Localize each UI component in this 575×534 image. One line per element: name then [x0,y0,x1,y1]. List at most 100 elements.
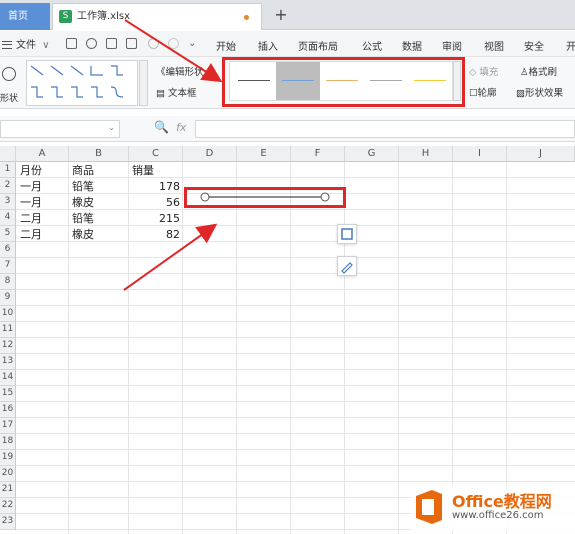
save-icon[interactable] [66,38,77,49]
tab-insert[interactable]: 插入 [258,38,278,53]
row-header[interactable]: 1 [0,162,16,178]
print-icon[interactable] [106,38,117,49]
column-header-g[interactable]: G [345,146,399,162]
row-header[interactable]: 11 [0,322,16,338]
row-gridline [16,369,575,370]
row-header[interactable]: 20 [0,466,16,482]
redo-icon[interactable] [168,38,179,49]
row-header[interactable]: 4 [0,210,16,226]
row-gridline [16,337,575,338]
row-header[interactable]: 3 [0,194,16,210]
row-header[interactable]: 5 [0,226,16,242]
tab-security[interactable]: 安全 [524,38,544,53]
column-header-c[interactable]: C [129,146,183,162]
column-header-j[interactable]: J [507,146,575,162]
row-header[interactable]: 18 [0,434,16,450]
cell-a1[interactable]: 月份 [20,163,42,178]
file-menu-label: 文件 [16,40,36,51]
cell-b3[interactable]: 橡皮 [72,195,94,210]
edit-shape-button[interactable]: 《编辑形状 [156,64,204,78]
gallery-scroll[interactable] [139,60,148,106]
row-header[interactable]: 17 [0,418,16,434]
row-header[interactable]: 8 [0,274,16,290]
format-painter-button[interactable]: ♙格式刷 [520,64,557,78]
tab-home[interactable]: 首页 [0,3,50,30]
row-gridline [16,289,575,290]
zoom-icon[interactable]: 🔍 [154,120,169,136]
row-header[interactable]: 2 [0,178,16,194]
row-gridline [16,321,575,322]
row-header[interactable]: 22 [0,498,16,514]
tab-workbook[interactable]: S 工作簿.xlsx [52,3,262,30]
customize-icon[interactable]: ⌄ [188,38,196,49]
cell-b5[interactable]: 橡皮 [72,227,94,242]
row-header[interactable]: 7 [0,258,16,274]
undo-history-icon[interactable] [86,38,97,49]
tab-workbook-label: 工作簿.xlsx [77,11,131,22]
tab-formulas[interactable]: 公式 [362,38,382,53]
cell-a2[interactable]: 一月 [20,179,42,194]
chevron-down-icon: ⌄ [108,123,115,132]
row-header[interactable]: 23 [0,514,16,530]
text-box-button[interactable]: ▤ 文本框 [156,85,197,99]
cell-c4[interactable]: 215 [129,211,180,226]
tab-start[interactable]: 开始 [216,38,236,53]
cell-c2[interactable]: 178 [129,179,180,194]
column-header-d[interactable]: D [183,146,237,162]
shape-effect-label: 形状效果 [524,88,563,99]
cell-c1[interactable]: 销量 [132,163,154,178]
watermark: Office教程网 www.office26.com [410,485,575,531]
row-header[interactable]: 9 [0,290,16,306]
cell-c3[interactable]: 56 [129,195,180,210]
row-gridline [16,177,575,178]
undo-icon[interactable] [148,38,159,49]
column-header-f[interactable]: F [291,146,345,162]
outline-label: 轮廓 [477,88,497,99]
cell-a3[interactable]: 一月 [20,195,42,210]
fill-button[interactable]: ◇ 填充 [469,64,498,78]
row-gridline [16,385,575,386]
cell-b1[interactable]: 商品 [72,163,94,178]
select-all-corner[interactable] [0,146,16,162]
row-gridline [16,353,575,354]
column-header-e[interactable]: E [237,146,291,162]
tab-data[interactable]: 数据 [402,38,422,53]
row-header[interactable]: 19 [0,450,16,466]
row-header[interactable]: 13 [0,354,16,370]
column-header-i[interactable]: I [453,146,507,162]
column-header-b[interactable]: B [69,146,129,162]
print-preview-icon[interactable] [126,38,137,49]
name-box[interactable]: ⌄ [0,120,120,138]
row-header[interactable]: 21 [0,482,16,498]
row-header[interactable]: 14 [0,370,16,386]
highlight-style-gallery [222,57,465,107]
row-header[interactable]: 12 [0,338,16,354]
cell-c5[interactable]: 82 [129,227,180,242]
row-gridline [16,225,575,226]
shape-button[interactable]: 形状 [0,61,22,105]
cell-b4[interactable]: 铅笔 [72,211,94,226]
fx-icon[interactable]: fx [176,121,186,134]
tab-review[interactable]: 审阅 [442,38,462,53]
row-header[interactable]: 10 [0,306,16,322]
shape-effect-button[interactable]: ▨形状效果 [516,85,563,99]
column-header-a[interactable]: A [16,146,69,162]
line-shape-gallery[interactable] [26,60,138,106]
row-header[interactable]: 15 [0,386,16,402]
cell-b2[interactable]: 铅笔 [72,179,94,194]
cell-a5[interactable]: 二月 [20,227,42,242]
text-box-label: 文本框 [168,88,197,99]
file-menu-button[interactable]: 文件 ∨ [2,36,50,51]
tab-page-layout[interactable]: 页面布局 [298,38,338,53]
row-header[interactable]: 6 [0,242,16,258]
edit-line-button[interactable] [337,256,357,276]
outline-button[interactable]: ☐轮廓 [469,85,497,99]
column-header-h[interactable]: H [399,146,453,162]
layout-options-button[interactable] [337,224,357,244]
formula-input[interactable] [195,120,575,138]
tab-view[interactable]: 视图 [484,38,504,53]
cell-a4[interactable]: 二月 [20,211,42,226]
tab-developer[interactable]: 开 [566,38,575,53]
row-header[interactable]: 16 [0,402,16,418]
new-tab-button[interactable]: + [272,5,290,25]
